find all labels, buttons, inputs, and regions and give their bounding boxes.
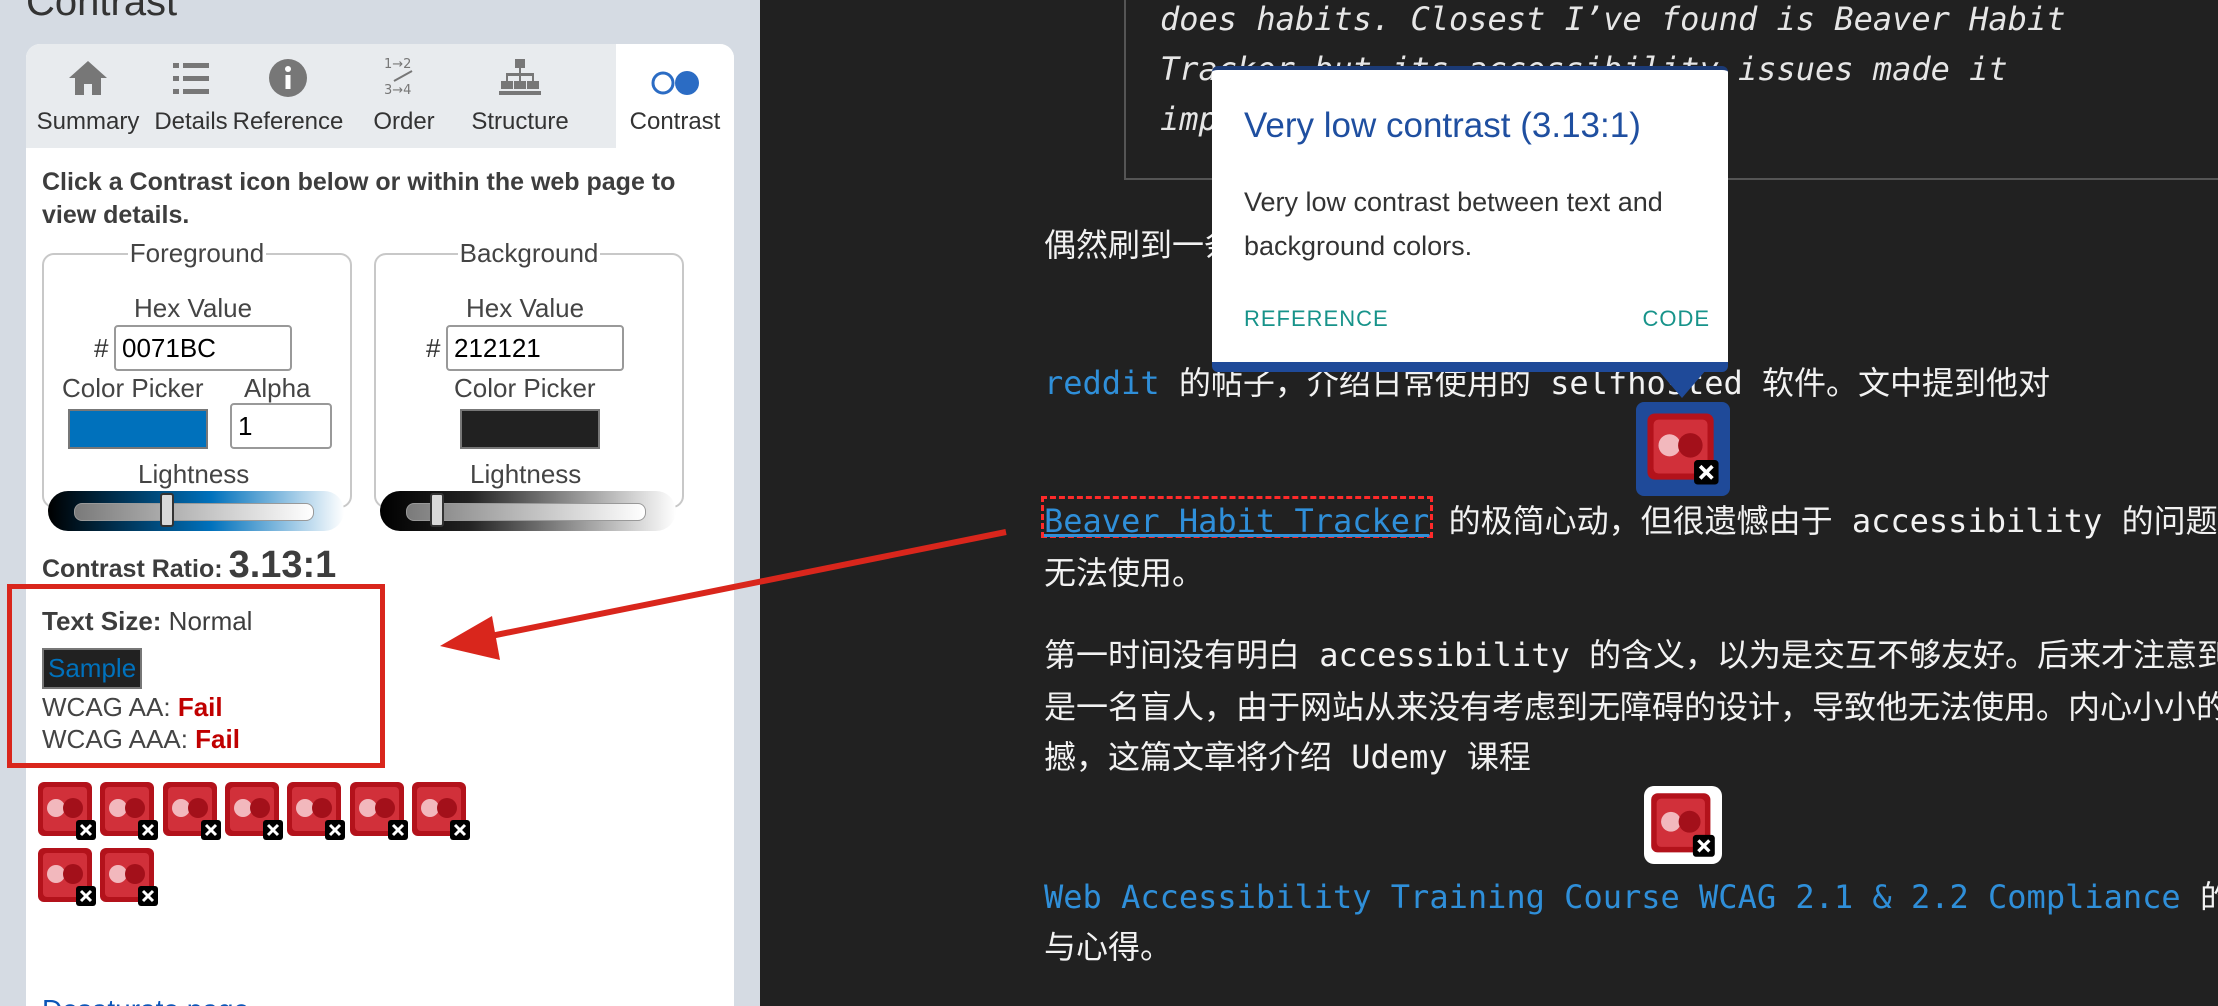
bg-color-picker[interactable] <box>460 409 600 449</box>
contrast-error-icon <box>100 848 159 906</box>
paragraph-5-line-2: 与心得。 <box>1044 928 1173 966</box>
order-icon: 1→2 3→4 <box>384 57 413 98</box>
fg-alpha-input[interactable] <box>230 403 332 449</box>
bg-slider-thumb[interactable] <box>429 493 444 527</box>
contrast-error-icon-button[interactable] <box>285 780 347 842</box>
tab-label: Details <box>154 108 228 135</box>
popup-title: Very low contrast (3.13:1) <box>1244 106 1641 145</box>
tab-label: Summary <box>36 108 140 135</box>
tab-order[interactable]: 1→2 3→4 Order <box>344 44 464 148</box>
tab-label: Structure <box>471 108 569 135</box>
foreground-legend: Foreground <box>129 238 265 268</box>
bg-hash: # <box>426 333 441 363</box>
fg-color-picker[interactable] <box>68 409 208 449</box>
contrast-error-icon-button[interactable] <box>348 780 410 842</box>
paragraph-3: Beaver Habit Tracker 的极简心动，但很遗憾由于 access… <box>1044 496 2218 542</box>
bg-lightness-slider[interactable] <box>380 491 676 531</box>
background-group: Background Hex Value # Color Picker Ligh… <box>374 238 684 531</box>
tab-details[interactable]: Details <box>150 44 232 148</box>
fg-hex-input[interactable] <box>114 325 292 371</box>
contrast-error-icon <box>100 782 159 840</box>
bg-color-picker-label: Color Picker <box>454 373 596 403</box>
fg-alpha-label: Alpha <box>244 373 311 403</box>
contrast-error-icon <box>1647 413 1719 485</box>
list-icon <box>173 63 209 94</box>
quote-line: does habits. Closest I’ve found is Beave… <box>1160 0 2066 38</box>
popup-code-link[interactable]: CODE <box>1642 306 1710 332</box>
contrast-error-icon-button[interactable] <box>36 846 98 908</box>
accessibility-panel: Contrast Summary Details Reference 1→2 3→… <box>0 0 760 1006</box>
contrast-popup: Very low contrast (3.13:1) Very low cont… <box>1212 66 1728 372</box>
paragraph-3-line-2: 无法使用。 <box>1044 554 1205 592</box>
info-icon <box>269 59 307 97</box>
contrast-error-icon-button[interactable] <box>98 846 160 908</box>
panel-title: Contrast <box>26 0 178 24</box>
contrast-error-icon <box>162 782 221 840</box>
tab-contrast[interactable]: Contrast <box>616 44 734 148</box>
contrast-error-icon <box>224 782 283 840</box>
contrast-instruction: Click a Contrast icon below or within th… <box>42 168 676 229</box>
contrast-ratio-value: 3.13:1 <box>228 544 337 586</box>
structure-icon <box>499 59 541 95</box>
contrast-error-icon-button[interactable] <box>410 780 472 842</box>
svg-text:1→2: 1→2 <box>384 57 411 72</box>
popup-description: Very low contrast between text and backg… <box>1244 187 1663 261</box>
foreground-group: Foreground Hex Value # Color Picker Alph… <box>42 238 352 531</box>
fg-slider-thumb[interactable] <box>159 493 174 527</box>
background-legend: Background <box>459 238 599 268</box>
paragraph-3-text: 的极简心动，但很遗憾由于 accessibility 的问题 <box>1429 502 2218 540</box>
tab-reference[interactable]: Reference <box>232 44 344 148</box>
contrast-ratio-label: Contrast Ratio: <box>42 555 223 583</box>
contrast-card: Summary Details Reference 1→2 3→4 Order S… <box>26 44 734 1006</box>
contrast-error-icon[interactable] <box>1644 786 1722 864</box>
contrast-error-icon-button[interactable] <box>36 780 98 842</box>
tab-structure[interactable]: Structure <box>464 44 576 148</box>
paragraph-4-line: 是一名盲人，由于网站从来没有考虑到无障碍的设计，导致他无法使用。内心小小的 <box>1044 688 2218 726</box>
tab-bar: Summary Details Reference 1→2 3→4 Order S… <box>26 44 734 148</box>
contrast-error-icon <box>38 782 96 840</box>
tab-label: Contrast <box>629 108 721 135</box>
quote-line: imp <box>1160 100 1218 138</box>
contrast-error-icon <box>287 782 346 840</box>
contrast-error-icon-selected[interactable] <box>1636 402 1730 496</box>
paragraph-5-tail: 的 <box>2199 878 2218 916</box>
contrast-ratio: Contrast Ratio: 3.13:1 <box>42 544 336 587</box>
popup-reference-link[interactable]: REFERENCE <box>1244 306 1389 332</box>
contrast-icon <box>651 71 699 95</box>
paragraph-4-line: 第一时间没有明白 accessibility 的含义，以为是交互不够友好。后来才… <box>1044 636 2218 674</box>
tab-label: Order <box>373 108 435 135</box>
contrast-error-icon-button[interactable] <box>161 780 223 842</box>
contrast-error-icon <box>349 782 408 840</box>
bg-hex-label: Hex Value <box>466 293 585 323</box>
contrast-error-icon <box>1651 793 1715 857</box>
paragraph-4-line: 撼，这篇文章将介绍 Udemy 课程 <box>1044 738 1531 776</box>
fg-lightness-slider[interactable] <box>48 491 344 531</box>
fg-slider-track <box>74 503 314 521</box>
home-icon <box>69 61 107 95</box>
paragraph-5: Web Accessibility Training Course WCAG 2… <box>1044 872 2218 918</box>
desaturate-page-link[interactable]: Desaturate page <box>42 994 249 1006</box>
contrast-error-icon <box>411 782 470 840</box>
bg-hex-input[interactable] <box>446 325 624 371</box>
fg-color-picker-label: Color Picker <box>62 373 204 403</box>
annotation-highlight-box <box>7 584 385 768</box>
svg-text:3→4: 3→4 <box>384 83 411 98</box>
paragraph-1: 偶然刷到一条 <box>1044 226 1237 264</box>
tab-summary[interactable]: Summary <box>26 44 150 148</box>
tab-label: Reference <box>232 108 344 135</box>
contrast-error-icon-button[interactable] <box>223 780 285 842</box>
fg-hash: # <box>94 333 109 363</box>
beaver-habit-tracker-link[interactable]: Beaver Habit Tracker <box>1044 502 1429 540</box>
contrast-error-icon-button[interactable] <box>98 780 160 842</box>
popup-pointer <box>1658 370 1706 398</box>
fg-hex-label: Hex Value <box>134 293 253 323</box>
fg-lightness-label: Lightness <box>138 459 250 489</box>
contrast-error-icon <box>38 848 96 906</box>
bg-lightness-label: Lightness <box>470 459 582 489</box>
udemy-course-link[interactable]: Web Accessibility Training Course WCAG 2… <box>1044 878 2181 916</box>
reddit-link[interactable]: reddit <box>1044 364 1160 402</box>
